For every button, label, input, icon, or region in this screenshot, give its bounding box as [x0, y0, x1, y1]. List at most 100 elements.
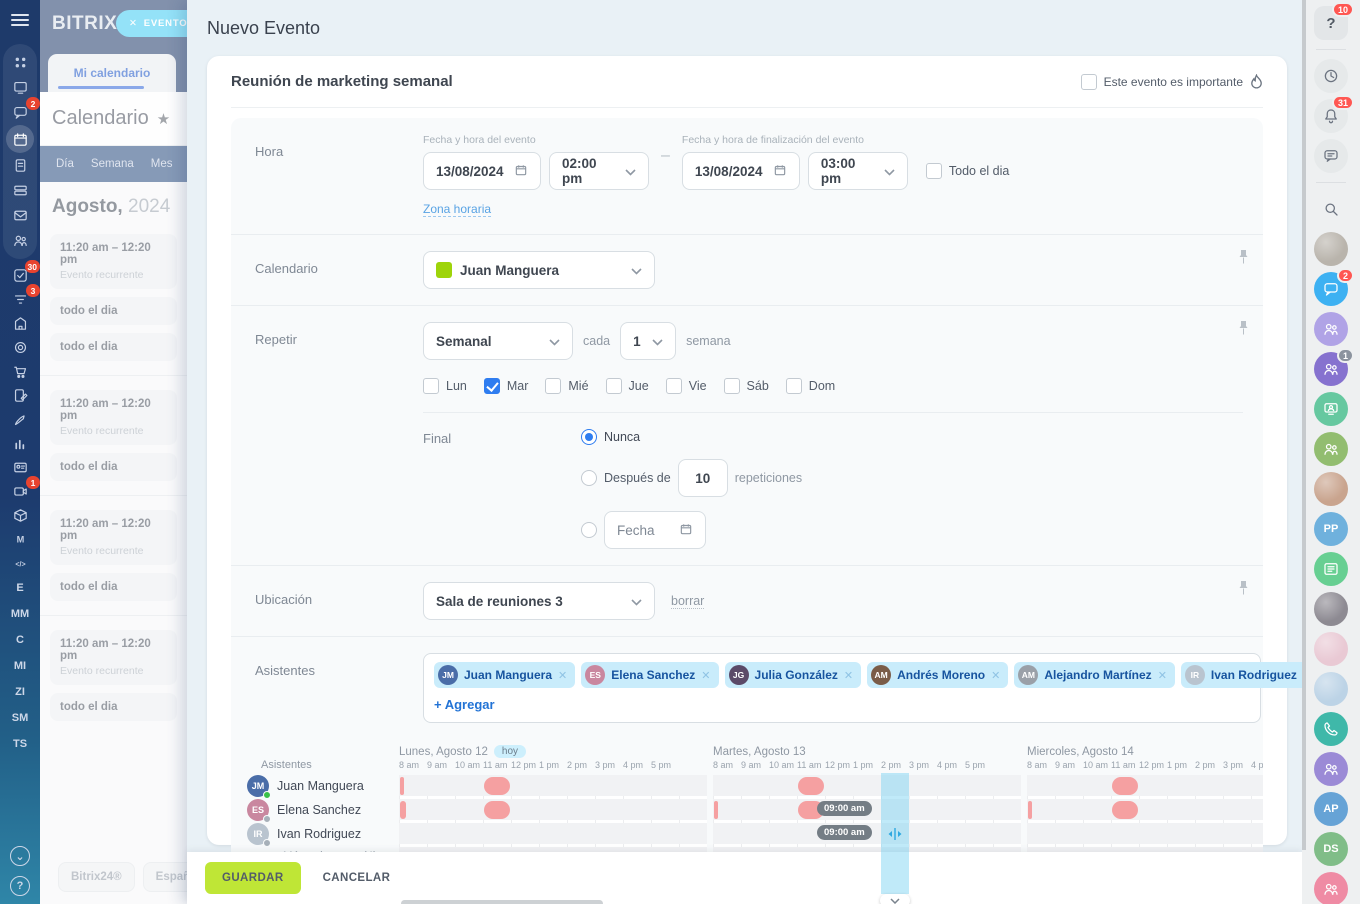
final-option-nunca[interactable]: Nunca: [581, 429, 1243, 445]
weekday-sáb[interactable]: Sáb: [724, 378, 769, 394]
cancel-button[interactable]: CANCELAR: [323, 872, 391, 884]
sign-icon[interactable]: [7, 383, 33, 407]
attendee-chip[interactable]: JMJuan Manguera✕: [434, 662, 575, 688]
timeline-scrollbar[interactable]: [401, 900, 603, 904]
favorite-star-icon[interactable]: ★: [157, 110, 170, 128]
attendee-chip[interactable]: AMAndrés Moreno✕: [867, 662, 1008, 688]
weekday-lun[interactable]: Lun: [423, 378, 467, 394]
scheduler-attendee[interactable]: IRIvan Rodriguez: [247, 822, 361, 846]
notifications-icon[interactable]: 31: [1314, 99, 1348, 133]
attendee-chip[interactable]: AMAlejandro Martínez✕: [1014, 662, 1175, 688]
final-option-despues[interactable]: Después de 10 repeticiones: [581, 459, 1243, 497]
analytics-icon[interactable]: [7, 431, 33, 455]
attendee-chip[interactable]: JGJulia González✕: [725, 662, 862, 688]
event-title-input[interactable]: Reunión de marketing semanal: [231, 73, 453, 90]
fecha-radio[interactable]: [581, 522, 597, 538]
history-icon[interactable]: [1314, 59, 1348, 93]
attendees-box[interactable]: JMJuan Manguera✕ESElena Sanchez✕ JGJulia …: [423, 653, 1261, 723]
crm-icon[interactable]: 3: [7, 287, 33, 311]
user-avatar[interactable]: DS: [1314, 832, 1348, 866]
new-event-pill-button[interactable]: ✕ EVENTO: [116, 10, 187, 37]
mail-icon[interactable]: [7, 203, 33, 228]
sidebar-item-zi[interactable]: ZI: [15, 679, 25, 705]
pin-icon[interactable]: [1238, 580, 1249, 600]
view-tab-mes[interactable]: Mes: [151, 158, 173, 170]
news-icon[interactable]: [1314, 552, 1348, 586]
user-avatar[interactable]: PP: [1314, 512, 1348, 546]
news-feed-icon[interactable]: [7, 75, 33, 100]
drive-icon[interactable]: [7, 178, 33, 203]
save-button[interactable]: GUARDAR: [205, 862, 301, 894]
messenger-icon[interactable]: 2: [1314, 272, 1348, 306]
pin-icon[interactable]: [1238, 320, 1249, 340]
start-date-input[interactable]: 13/08/2024: [423, 152, 541, 190]
borrar-link[interactable]: borrar: [671, 594, 704, 609]
copilot-chat-icon[interactable]: [1314, 139, 1348, 173]
remove-attendee-icon[interactable]: ✕: [1158, 669, 1167, 682]
group-icon[interactable]: [1314, 432, 1348, 466]
interval-select[interactable]: 1: [620, 322, 676, 360]
event-card[interactable]: todo el dia: [50, 453, 177, 481]
scheduler-attendee[interactable]: ESElena Sanchez: [247, 798, 361, 822]
user-avatar[interactable]: [1314, 472, 1348, 506]
user-avatar[interactable]: [1314, 672, 1348, 706]
right-rail-scrollbar[interactable]: [1302, 0, 1306, 850]
remove-attendee-icon[interactable]: ✕: [844, 669, 853, 682]
marketing-icon[interactable]: [7, 335, 33, 359]
sidebar-item-ts[interactable]: TS: [13, 731, 27, 757]
help-icon[interactable]: ?: [10, 876, 30, 896]
esign-icon[interactable]: [7, 407, 33, 431]
ubicacion-select[interactable]: Sala de reuniones 3: [423, 582, 655, 620]
attendee-chip[interactable]: IRIvan Rodriguez✕: [1181, 662, 1320, 688]
expand-menu-icon[interactable]: ⌄: [10, 846, 30, 866]
start-time-select[interactable]: 02:00 pm: [549, 152, 649, 190]
tasks-icon[interactable]: 30: [7, 263, 33, 287]
group-icon[interactable]: [1314, 872, 1348, 904]
weekday-checkbox[interactable]: [545, 378, 561, 394]
event-card[interactable]: 11:20 am – 12:20 pmEvento recurrente: [50, 390, 177, 445]
nunca-radio[interactable]: [581, 429, 597, 445]
sidebar-item-c[interactable]: C: [16, 627, 24, 653]
group-icon[interactable]: [1314, 312, 1348, 346]
store-icon[interactable]: [7, 359, 33, 383]
user-avatar[interactable]: [1314, 632, 1348, 666]
event-card[interactable]: 11:20 am – 12:20 pmEvento recurrente: [50, 630, 177, 685]
pin-icon[interactable]: [1238, 249, 1249, 269]
event-card[interactable]: todo el dia: [50, 333, 177, 361]
weekday-jue[interactable]: Jue: [606, 378, 649, 394]
messenger-icon[interactable]: 2: [7, 100, 33, 125]
weekday-checkbox[interactable]: [724, 378, 740, 394]
event-card[interactable]: 11:20 am – 12:20 pmEvento recurrente: [50, 234, 177, 289]
groups-icon[interactable]: [7, 228, 33, 253]
end-time-select[interactable]: 03:00 pm: [808, 152, 908, 190]
view-tab-semana[interactable]: Semana: [91, 158, 134, 170]
scheduler-attendee[interactable]: JMJuan Manguera: [247, 774, 364, 798]
final-option-fecha[interactable]: Fecha: [581, 511, 1243, 549]
video-icon[interactable]: 1: [7, 479, 33, 503]
weekday-dom[interactable]: Dom: [786, 378, 835, 394]
group-icon[interactable]: [1314, 752, 1348, 786]
calendario-select[interactable]: Juan Manguera: [423, 251, 655, 289]
weekday-checkbox[interactable]: [484, 378, 500, 394]
remove-attendee-icon[interactable]: ✕: [558, 669, 567, 682]
help-button[interactable]: ?10: [1314, 6, 1348, 40]
company-icon[interactable]: [7, 311, 33, 335]
weekday-mié[interactable]: Mié: [545, 378, 588, 394]
user-avatar[interactable]: [1314, 232, 1348, 266]
remove-attendee-icon[interactable]: ✕: [701, 669, 710, 682]
frequency-select[interactable]: Semanal: [423, 322, 573, 360]
sidebar-item-mm[interactable]: MM: [11, 601, 29, 627]
language-button[interactable]: Españ: [143, 862, 187, 892]
all-day-checkbox[interactable]: [926, 163, 942, 179]
expand-slot-chevron[interactable]: [880, 894, 910, 904]
important-checkbox[interactable]: [1081, 74, 1097, 90]
repetitions-input[interactable]: 10: [678, 459, 728, 497]
event-card[interactable]: todo el dia: [50, 297, 177, 325]
developer-icon[interactable]: </>: [7, 551, 33, 575]
bitrix24-button[interactable]: Bitrix24®: [58, 862, 135, 892]
attendee-chip[interactable]: ESElena Sanchez✕: [581, 662, 718, 688]
weekday-mar[interactable]: Mar: [484, 378, 529, 394]
end-date-input[interactable]: 13/08/2024: [682, 152, 800, 190]
sidebar-item-mi[interactable]: MI: [14, 653, 26, 679]
add-attendee-link[interactable]: + Agregar: [434, 697, 495, 712]
